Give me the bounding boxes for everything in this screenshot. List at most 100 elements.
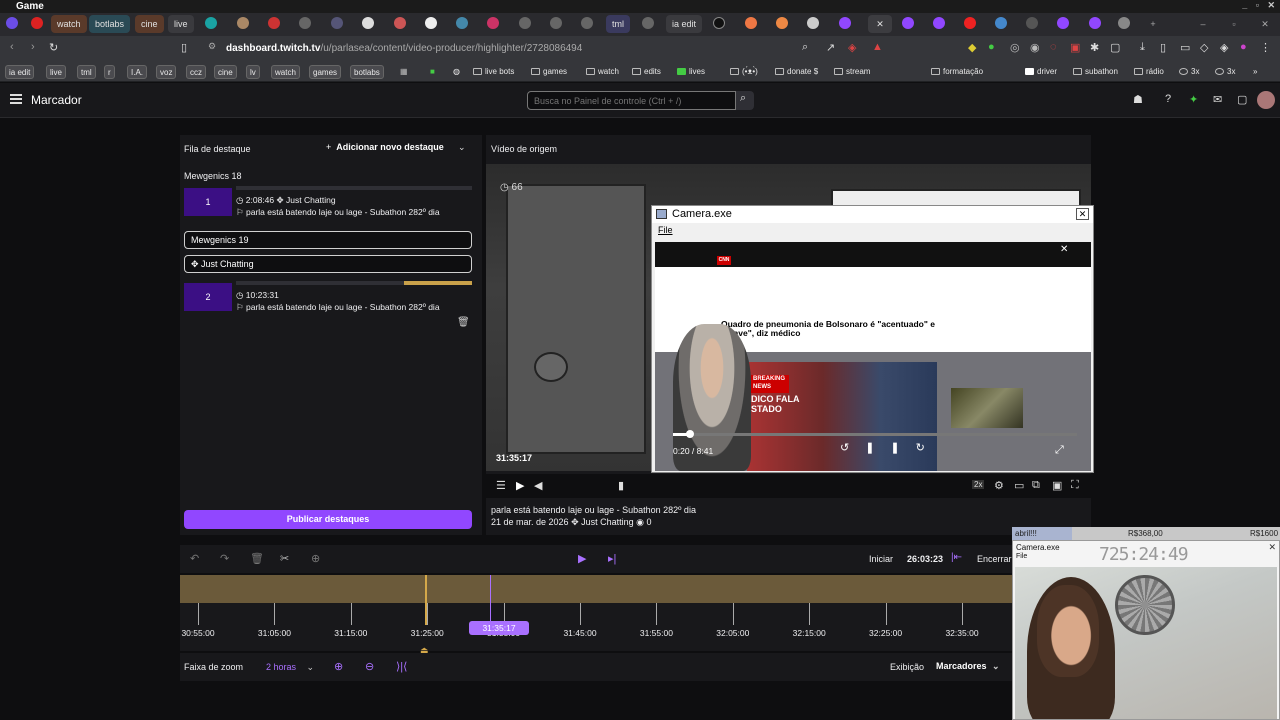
close-window-icon[interactable]: ✕	[1258, 15, 1272, 33]
close-icon[interactable]: ✕	[1076, 208, 1089, 220]
tab-tml[interactable]: tml	[606, 15, 630, 33]
sidebar-icon[interactable]: ▯	[1160, 41, 1166, 54]
bookmark-folder[interactable]: edits	[629, 65, 664, 79]
browser-icon[interactable]	[6, 17, 18, 29]
creator-tools-icon[interactable]: ✦	[1189, 93, 1198, 106]
bookmark-folder[interactable]: lives	[674, 65, 708, 79]
extension-icon[interactable]: ◆	[968, 41, 976, 54]
bookmark-folder[interactable]: (•́ᴥ•̀)	[727, 65, 761, 79]
tab-icon[interactable]	[995, 17, 1007, 29]
zoom-in-icon[interactable]: ⊕	[334, 660, 343, 673]
file-menu[interactable]: File	[658, 225, 673, 235]
whispers-icon[interactable]: ▢	[1237, 93, 1247, 106]
queue-item[interactable]: 2 ◷ 10:23:31 ⚐ parla está batendo laje o…	[184, 281, 472, 313]
trash-icon[interactable]: 🗑	[457, 317, 470, 328]
zoom-out-icon[interactable]: ⊖	[365, 660, 374, 673]
alert-icon[interactable]: ▲	[872, 41, 883, 53]
twitch-icon[interactable]	[933, 17, 945, 29]
youtube-icon[interactable]	[964, 17, 976, 29]
add-marker-icon[interactable]: ⊕	[311, 552, 320, 565]
bookmark-folder[interactable]: stream	[831, 65, 873, 79]
close-icon[interactable]: ✕	[1060, 244, 1068, 255]
start-time[interactable]: 26:03:23	[907, 554, 943, 564]
camera-window-titlebar[interactable]: Camera.exe	[652, 206, 1093, 223]
url-field[interactable]: dashboard.twitch.tv/u/parlasea/content/v…	[226, 40, 582, 58]
apps-grid-icon[interactable]: ▦	[397, 65, 411, 79]
bookmark-pill[interactable]: games	[309, 65, 342, 79]
bookmark-folder[interactable]: 3x	[1212, 65, 1238, 79]
bookmark-pill[interactable]: live	[46, 65, 67, 79]
bookmark-icon[interactable]: ◍	[450, 65, 463, 79]
bookmark-pill[interactable]: r	[104, 65, 115, 79]
tab-icon[interactable]	[550, 17, 562, 29]
bookmark-pill[interactable]: I.A.	[127, 65, 148, 79]
twitch-icon[interactable]	[902, 17, 914, 29]
bookmark-pill[interactable]: tml	[77, 65, 96, 79]
maximize-icon[interactable]: ▫	[1227, 15, 1241, 33]
zoom-select[interactable]: 2 horas ⌄	[266, 662, 314, 673]
bookmark-folder[interactable]: live bots	[470, 65, 517, 79]
bookmark-folder[interactable]: formatação	[928, 65, 986, 79]
notifications-icon[interactable]: ☗	[1133, 93, 1143, 106]
twitch-icon[interactable]	[1089, 17, 1101, 29]
active-tab-close-icon[interactable]: ✕	[868, 15, 892, 33]
download-icon[interactable]: ⤓	[1140, 41, 1145, 54]
new-tab-icon[interactable]: +	[1146, 15, 1160, 33]
bookmark-pill[interactable]: watch	[271, 65, 300, 79]
bookmark-folder[interactable]: watch	[583, 65, 622, 79]
bookmark-pill[interactable]: voz	[156, 65, 177, 79]
camera-progress-bar[interactable]	[673, 430, 1077, 438]
bookmark-folder[interactable]: rádio	[1131, 65, 1167, 79]
marker-badge[interactable]: 31:35:17	[469, 621, 529, 635]
bookmark-folder[interactable]: donate $	[772, 65, 821, 79]
chevron-down-icon[interactable]: ⌄	[458, 142, 466, 153]
menu-dots-icon[interactable]: ⋮	[1260, 41, 1271, 54]
bookmark-folder[interactable]: 3x	[1176, 65, 1202, 79]
tab-icon[interactable]	[456, 17, 468, 29]
bookmark-folder[interactable]: subathon	[1070, 65, 1121, 79]
tab-icon[interactable]	[362, 17, 374, 29]
twitch-icon[interactable]	[839, 17, 851, 29]
bookmark-icon[interactable]: ■	[427, 65, 438, 79]
tab-icon[interactable]	[642, 17, 654, 29]
tab-icon[interactable]	[1118, 17, 1130, 29]
tab-icon[interactable]	[581, 17, 593, 29]
inbox-icon[interactable]: ✉	[1213, 93, 1222, 106]
minimize-icon[interactable]: –	[1196, 15, 1210, 33]
popout-icon[interactable]: ▣	[1052, 479, 1062, 492]
forward-icon[interactable]: ›	[31, 41, 35, 53]
category-field[interactable]: ✥ Just Chatting	[184, 255, 472, 273]
scissors-icon[interactable]: ✂	[280, 552, 289, 565]
extension-icon[interactable]: ◎	[1010, 41, 1020, 54]
tab-cine[interactable]: cine	[135, 15, 164, 33]
skip-end-icon[interactable]: ▸|	[608, 552, 616, 565]
tab-icon[interactable]	[31, 17, 43, 29]
play-icon[interactable]: ▶	[516, 479, 524, 492]
window-controls[interactable]: _ ▫ ✕	[1242, 0, 1278, 11]
profile-icon[interactable]: ●	[1240, 41, 1247, 53]
theatre-mode-icon[interactable]: ▭	[1014, 479, 1024, 492]
camera-window[interactable]: Camera.exe ✕ File CNN Quadro de pneumoni…	[651, 205, 1094, 473]
tab-watch[interactable]: watch	[51, 15, 87, 33]
clip-icon[interactable]: ▮	[618, 479, 624, 492]
extensions-puzzle-icon[interactable]: ✱	[1090, 41, 1099, 54]
extension-icon[interactable]: ▣	[1070, 41, 1080, 54]
tab-icon[interactable]	[776, 17, 788, 29]
timeline-track[interactable]	[180, 575, 1012, 603]
tab-botlabs[interactable]: botlabs	[89, 15, 131, 33]
bookmark-pill[interactable]: lv	[246, 65, 260, 79]
tab-icon[interactable]	[487, 17, 499, 29]
add-highlight-button[interactable]: + Adicionar novo destaque	[326, 142, 444, 152]
pip-icon[interactable]: ⧉	[1032, 479, 1040, 492]
avatar[interactable]	[1257, 91, 1275, 109]
brave-shield-icon[interactable]: ◈	[848, 41, 856, 54]
more-bookmarks-icon[interactable]: »	[1250, 65, 1260, 79]
help-icon[interactable]: ?	[1165, 93, 1171, 105]
twitch-icon[interactable]	[1057, 17, 1069, 29]
playhead[interactable]	[425, 575, 427, 625]
expand-icon[interactable]: ⤢	[1055, 444, 1064, 457]
tab-icon[interactable]	[1026, 17, 1038, 29]
search-input[interactable]	[527, 91, 736, 110]
rewards-icon[interactable]: ◈	[1220, 41, 1228, 54]
queue-item[interactable]: 1 ◷ 2:08:46 ✥ Just Chatting ⚐ parla está…	[184, 186, 472, 218]
